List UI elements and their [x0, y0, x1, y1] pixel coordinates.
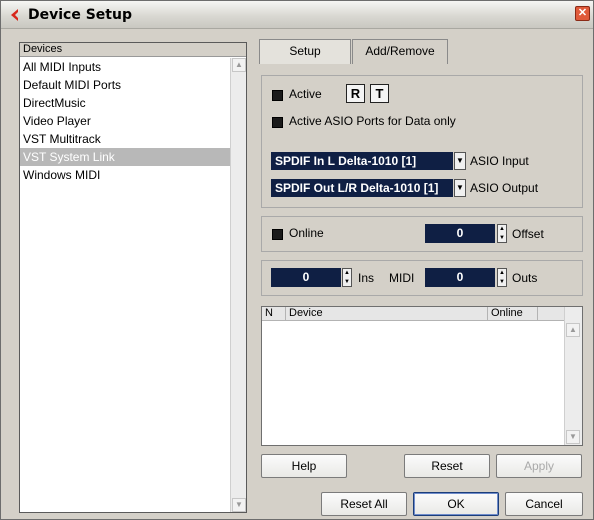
ins-stepper[interactable]: ▲ ▼: [342, 268, 352, 287]
outs-stepper[interactable]: ▲ ▼: [497, 268, 507, 287]
device-list-items: All MIDI Inputs Default MIDI Ports Direc…: [20, 58, 230, 184]
outs-label: Outs: [512, 271, 538, 285]
stepper-down-icon[interactable]: ▼: [343, 278, 351, 286]
help-button[interactable]: Help: [261, 454, 347, 478]
table-scrollbar[interactable]: ▲ ▼: [564, 307, 582, 445]
offset-stepper[interactable]: ▲ ▼: [497, 224, 507, 243]
active-label: Active: [289, 87, 322, 101]
scroll-down-icon[interactable]: ▼: [232, 498, 246, 512]
reset-all-button[interactable]: Reset All: [321, 492, 407, 516]
device-setup-window: Device Setup ✕ Devices All MIDI Inputs D…: [0, 0, 594, 520]
offset-label: Offset: [512, 227, 544, 241]
close-icon: ✕: [577, 7, 588, 19]
stepper-up-icon[interactable]: ▲: [498, 269, 506, 277]
title-bar[interactable]: Device Setup ✕: [1, 1, 593, 29]
column-header-device[interactable]: Device: [286, 307, 488, 321]
asio-settings-group: Active R T Active ASIO Ports for Data on…: [261, 75, 583, 208]
device-list-header: Devices: [20, 43, 246, 57]
asio-data-only-label: Active ASIO Ports for Data only: [289, 114, 456, 128]
r-button[interactable]: R: [346, 84, 365, 103]
stepper-up-icon[interactable]: ▲: [498, 225, 506, 233]
stepper-up-icon[interactable]: ▲: [343, 269, 351, 277]
apply-button[interactable]: Apply: [496, 454, 582, 478]
ins-field[interactable]: 0: [271, 268, 341, 287]
stepper-down-icon[interactable]: ▼: [498, 278, 506, 286]
online-label: Online: [289, 226, 324, 240]
midi-label: MIDI: [389, 271, 415, 285]
column-header-n[interactable]: N: [262, 307, 286, 321]
active-checkbox[interactable]: [272, 90, 283, 101]
cancel-button[interactable]: Cancel: [505, 492, 583, 516]
asio-output-select[interactable]: SPDIF Out L/R Delta-1010 [1]: [271, 179, 453, 197]
device-list-scrollbar[interactable]: ▲ ▼: [230, 58, 246, 512]
list-item-all-midi-inputs[interactable]: All MIDI Inputs: [20, 58, 230, 76]
list-item-directmusic[interactable]: DirectMusic: [20, 94, 230, 112]
ok-button[interactable]: OK: [413, 492, 499, 516]
window-title: Device Setup: [28, 7, 132, 23]
device-list: Devices All MIDI Inputs Default MIDI Por…: [19, 42, 247, 513]
stepper-down-icon[interactable]: ▼: [498, 234, 506, 242]
list-item-vst-multitrack[interactable]: VST Multitrack: [20, 130, 230, 148]
scroll-up-icon[interactable]: ▲: [232, 58, 246, 72]
offset-field[interactable]: 0: [425, 224, 495, 243]
scroll-up-icon[interactable]: ▲: [566, 323, 580, 337]
outs-field[interactable]: 0: [425, 268, 495, 287]
chevron-down-icon[interactable]: ▼: [454, 179, 466, 197]
list-item-vst-system-link[interactable]: VST System Link: [20, 148, 230, 166]
chevron-down-icon[interactable]: ▼: [454, 152, 466, 170]
list-item-video-player[interactable]: Video Player: [20, 112, 230, 130]
t-button[interactable]: T: [370, 84, 389, 103]
midi-ports-group: 0 ▲ ▼ Ins MIDI 0 ▲ ▼ Outs: [261, 260, 583, 296]
online-group: Online 0 ▲ ▼ Offset: [261, 216, 583, 252]
asio-data-only-checkbox[interactable]: [272, 117, 283, 128]
asio-input-label: ASIO Input: [470, 154, 529, 168]
reset-button[interactable]: Reset: [404, 454, 490, 478]
asio-output-label: ASIO Output: [470, 181, 539, 195]
column-header-online[interactable]: Online: [488, 307, 538, 321]
asio-input-select[interactable]: SPDIF In L Delta-1010 [1]: [271, 152, 453, 170]
ins-label: Ins: [358, 271, 375, 285]
list-item-default-midi-ports[interactable]: Default MIDI Ports: [20, 76, 230, 94]
list-item-windows-midi[interactable]: Windows MIDI: [20, 166, 230, 184]
close-button[interactable]: ✕: [575, 6, 590, 21]
device-table: N Device Online ▲ ▼: [261, 306, 583, 446]
table-header: N Device Online: [262, 307, 564, 321]
tab-setup[interactable]: Setup: [259, 39, 351, 64]
tab-add-remove[interactable]: Add/Remove: [352, 39, 448, 64]
scroll-down-icon[interactable]: ▼: [566, 430, 580, 444]
online-checkbox[interactable]: [272, 229, 283, 240]
cubase-logo-icon: [11, 9, 18, 21]
